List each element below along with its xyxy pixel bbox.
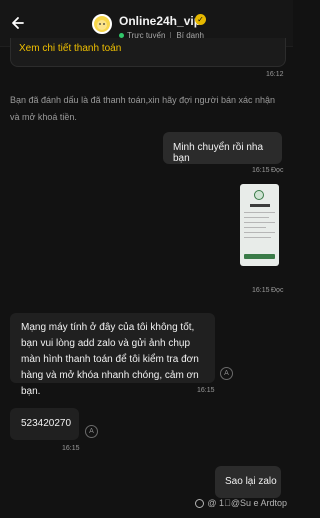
watermark: @ 1⃞@Su e Ardtop bbox=[195, 498, 287, 508]
system-message: Bạn đã đánh dấu là đã thanh toán,xin hãy… bbox=[10, 95, 276, 122]
message-bubble-outgoing[interactable]: Sao lại zalo bbox=[215, 466, 281, 498]
avatar[interactable] bbox=[92, 14, 112, 34]
message-timestamp: 16:15 bbox=[252, 287, 270, 294]
back-arrow-icon[interactable] bbox=[8, 13, 28, 33]
reply-icon[interactable]: A bbox=[85, 425, 98, 438]
message-bubble-incoming[interactable]: Mạng máy tính ở đây của tôi không tốt, b… bbox=[10, 313, 215, 397]
contact-name: Online24h_vip bbox=[119, 14, 202, 28]
message-timestamp: 16:15 bbox=[62, 445, 80, 452]
payment-card: Xem chi tiết thanh toán bbox=[10, 38, 286, 67]
reply-icon[interactable]: A bbox=[220, 367, 233, 380]
message-text: Minh chuyển rồi nha bạn bbox=[173, 142, 264, 164]
receipt-line bbox=[244, 212, 275, 213]
watermark-text: @ 1⃞@Su e Ardtop bbox=[207, 497, 287, 508]
avatar-face-icon bbox=[97, 20, 107, 30]
read-receipt: Đọc bbox=[271, 287, 284, 294]
success-check-icon bbox=[254, 190, 264, 200]
receipt-button bbox=[244, 254, 275, 259]
message-bubble-outgoing[interactable]: Minh chuyển rồi nha bạn bbox=[163, 132, 282, 164]
payment-screenshot-image[interactable] bbox=[240, 184, 279, 266]
view-payment-details-link[interactable]: Xem chi tiết thanh toán bbox=[19, 43, 121, 54]
receipt-line bbox=[244, 227, 266, 228]
card-timestamp: 16:12 bbox=[266, 71, 284, 78]
receipt-line bbox=[244, 237, 271, 238]
receipt-line bbox=[244, 232, 275, 233]
receipt-amount-block bbox=[250, 204, 270, 207]
message-timestamp: 16:15 bbox=[252, 167, 270, 174]
receipt-line bbox=[244, 222, 275, 223]
message-text: Sao lại zalo bbox=[225, 476, 277, 487]
watermark-logo-icon bbox=[195, 499, 205, 508]
message-timestamp: 16:15 bbox=[197, 387, 215, 394]
message-bubble-incoming[interactable]: 523420270 bbox=[10, 408, 79, 440]
message-text: 523420270 bbox=[21, 418, 72, 429]
message-text: Mạng máy tính ở đây của tôi không tốt, b… bbox=[21, 322, 199, 397]
verified-badge-icon: ✓ bbox=[195, 14, 206, 25]
receipt-line bbox=[244, 217, 269, 218]
read-receipt: Đọc bbox=[271, 167, 284, 174]
